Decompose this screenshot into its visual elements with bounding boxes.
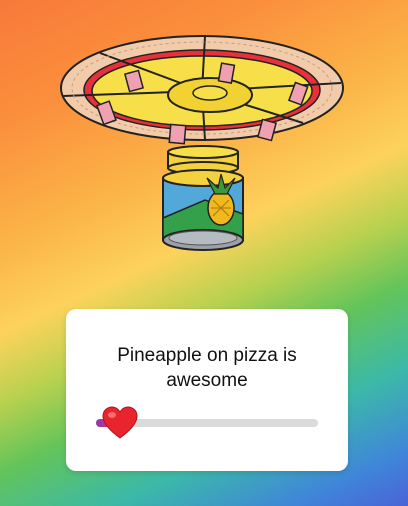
emoji-slider-poll-card: Pineapple on pizza is awesome bbox=[66, 309, 348, 471]
heart-thumb-icon[interactable] bbox=[102, 406, 138, 440]
pineapple-ring-hole bbox=[192, 85, 228, 101]
poll-question: Pineapple on pizza is awesome bbox=[117, 345, 297, 391]
pineapple-can bbox=[162, 169, 244, 251]
pizza-pineapple-illustration bbox=[60, 35, 344, 251]
emoji-slider[interactable] bbox=[96, 406, 318, 439]
